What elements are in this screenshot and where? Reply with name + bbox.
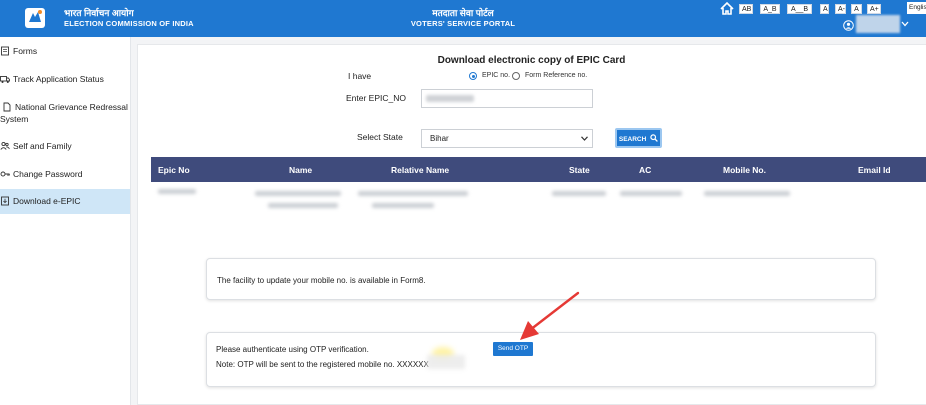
chevron-down-icon bbox=[581, 136, 588, 141]
sidebar-item-track-application[interactable]: Track Application Status bbox=[0, 74, 130, 84]
document-icon bbox=[3, 102, 11, 112]
key-icon bbox=[0, 171, 10, 177]
sidebar-item-label: National Grievance Redressal bbox=[15, 102, 128, 112]
sidebar-item-label: Change Password bbox=[13, 169, 83, 179]
font-normal[interactable]: A bbox=[851, 4, 862, 14]
col-mobile-no: Mobile No. bbox=[723, 165, 766, 175]
col-epic-no: Epic No bbox=[158, 165, 190, 175]
col-name: Name bbox=[289, 165, 313, 175]
epic-no-input[interactable] bbox=[421, 89, 593, 108]
sidebar-item-label: Track Application Status bbox=[13, 74, 104, 84]
radio-epic-label: EPIC no. bbox=[482, 72, 511, 79]
radio-epic-no[interactable] bbox=[469, 72, 477, 80]
accessibility-a--b[interactable]: A__B bbox=[787, 4, 812, 14]
accessibility-ab[interactable]: AB bbox=[739, 4, 753, 14]
state-select-value: Bihar bbox=[430, 134, 449, 143]
sidebar-item-label: Self and Family bbox=[13, 141, 72, 151]
home-icon[interactable] bbox=[720, 2, 734, 15]
col-email-id: Email Id bbox=[858, 165, 891, 175]
send-otp-button[interactable]: Send OTP bbox=[493, 342, 533, 356]
page-title: Download electronic copy of EPIC Card bbox=[437, 55, 626, 66]
sidebar bbox=[0, 37, 131, 405]
redacted-relative bbox=[358, 191, 468, 196]
col-relative-name: Relative Name bbox=[391, 165, 450, 175]
redacted-state bbox=[552, 191, 606, 196]
sidebar-item-change-password[interactable]: Change Password bbox=[0, 169, 130, 179]
font-decrease[interactable]: A- bbox=[835, 4, 846, 14]
search-button[interactable]: SEARCH bbox=[615, 128, 662, 148]
redacted-mobile bbox=[704, 191, 790, 196]
sidebar-item-label: Forms bbox=[13, 46, 38, 56]
language-select[interactable]: English bbox=[907, 2, 926, 14]
epic-no-redacted bbox=[426, 95, 474, 102]
epic-no-label: Enter EPIC_NO bbox=[346, 93, 406, 103]
radio-form-reference[interactable] bbox=[512, 72, 520, 80]
search-button-label: SEARCH bbox=[618, 136, 647, 143]
state-select[interactable]: Bihar bbox=[421, 129, 593, 148]
state-label: Select State bbox=[357, 132, 403, 142]
sidebar-item-label-line2: System bbox=[0, 114, 29, 124]
user-circle-icon[interactable] bbox=[843, 20, 854, 31]
i-have-label: I have bbox=[348, 71, 372, 81]
chevron-down-icon[interactable] bbox=[901, 21, 909, 27]
sidebar-item-download-epic[interactable]: Download e-EPIC bbox=[0, 189, 130, 214]
otp-note-text: Note: OTP will be sent to the registered… bbox=[216, 360, 429, 369]
download-document-icon bbox=[1, 196, 9, 206]
sidebar-item-self-family[interactable]: Self and Family bbox=[0, 141, 130, 151]
redacted-relative-line2 bbox=[372, 203, 434, 208]
accessibility-a-b[interactable]: A_B bbox=[760, 4, 780, 14]
mobile-number-redacted bbox=[427, 355, 465, 369]
font-increase[interactable]: A+ bbox=[867, 4, 881, 14]
mobile-update-text: The facility to update your mobile no. i… bbox=[217, 276, 426, 285]
truck-icon bbox=[0, 76, 10, 83]
accessibility-a[interactable]: A bbox=[820, 4, 829, 14]
sidebar-item-label: Download e-EPIC bbox=[13, 196, 81, 206]
results-table-header: Epic No Name Relative Name State AC Mobi… bbox=[151, 157, 926, 182]
sidebar-item-forms[interactable]: Forms bbox=[0, 46, 130, 56]
top-header: भारत निर्वाचन आयोग ELECTION COMMISSION O… bbox=[0, 0, 926, 37]
col-state: State bbox=[569, 165, 590, 175]
portal-name-english: VOTERS' SERVICE PORTAL bbox=[410, 19, 516, 28]
col-ac: AC bbox=[639, 165, 652, 175]
users-icon bbox=[0, 141, 10, 150]
redacted-epic bbox=[158, 189, 196, 194]
sidebar-item-grievance[interactable]: National Grievance Redressal System bbox=[0, 102, 130, 124]
redacted-ac bbox=[620, 191, 682, 196]
radio-form-reference-label: Form Reference no. bbox=[525, 72, 588, 79]
otp-auth-text: Please authenticate using OTP verificati… bbox=[216, 345, 369, 354]
redacted-name-line2 bbox=[268, 203, 338, 208]
user-name-redacted bbox=[856, 15, 900, 33]
redacted-name bbox=[255, 191, 341, 196]
form-icon bbox=[1, 46, 9, 56]
search-icon bbox=[650, 134, 658, 142]
